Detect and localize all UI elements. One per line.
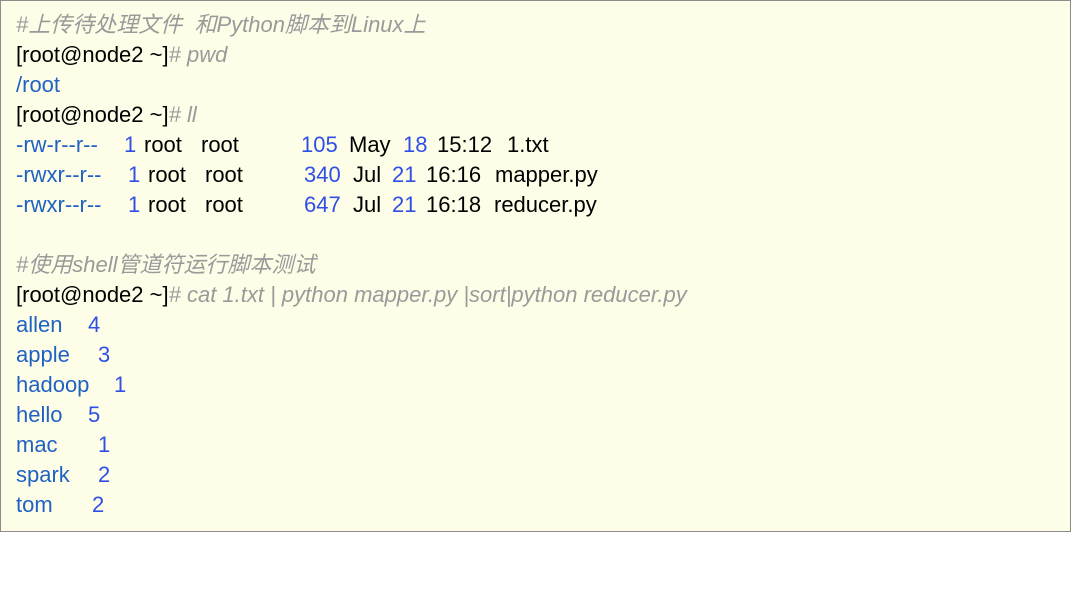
output-word: apple <box>16 342 70 367</box>
output-row: spark 2 <box>16 460 316 490</box>
file-permissions: -rwxr--r-- <box>16 162 102 187</box>
file-listing-row: -rwxr--r-- 1 root root 647 Jul 21 16:18 … <box>16 190 656 220</box>
file-month: May <box>349 132 391 157</box>
output-word: tom <box>16 492 53 517</box>
output-count: 2 <box>98 462 111 487</box>
command-text: # cat 1.txt | python mapper.py |sort|pyt… <box>168 282 687 307</box>
shell-prompt: [root@node2 ~] <box>16 102 169 127</box>
command-text: # pwd <box>168 42 228 67</box>
file-permissions: -rw-r--r-- <box>16 132 98 157</box>
output-count: 2 <box>92 492 105 517</box>
file-day: 21 <box>392 162 417 187</box>
output-row: hadoop 1 <box>16 370 316 400</box>
output-row: hello 5 <box>16 400 316 430</box>
file-size: 340 <box>304 162 341 187</box>
file-listing-row: -rw-r--r-- 1 root root 105 May 18 15:12 … <box>16 130 656 160</box>
output-row: mac 1 <box>16 430 316 460</box>
output-row: tom 2 <box>16 490 316 520</box>
file-name: reducer.py <box>494 192 597 217</box>
output-count: 4 <box>88 312 101 337</box>
file-links: 1 <box>128 192 141 217</box>
command-line-pipe: [root@node2 ~]# cat 1.txt | python mappe… <box>16 280 687 310</box>
file-day: 21 <box>392 192 417 217</box>
file-group: root <box>205 192 243 217</box>
file-group: root <box>205 162 243 187</box>
comment-upload: #上传待处理文件 和Python脚本到Linux上 <box>16 12 426 37</box>
file-links: 1 <box>128 162 141 187</box>
file-time: 16:18 <box>426 192 482 217</box>
file-links: 1 <box>124 132 137 157</box>
output-row: apple 3 <box>16 340 316 370</box>
command-text: # ll <box>168 102 197 127</box>
command-line-pwd: [root@node2 ~]# pwd <box>16 40 227 70</box>
file-name: 1.txt <box>507 132 549 157</box>
file-name: mapper.py <box>495 162 598 187</box>
output-count: 3 <box>98 342 111 367</box>
file-month: Jul <box>353 162 382 187</box>
file-owner: root <box>144 132 182 157</box>
file-size: 647 <box>304 192 341 217</box>
command-line-ll: [root@node2 ~]# ll <box>16 100 197 130</box>
file-listing-row: -rwxr--r-- 1 root root 340 Jul 21 16:16 … <box>16 160 656 190</box>
output-word: hadoop <box>16 372 90 397</box>
shell-prompt: [root@node2 ~] <box>16 282 169 307</box>
output-count: 5 <box>88 402 101 427</box>
output-word: allen <box>16 312 63 337</box>
output-word: spark <box>16 462 70 487</box>
output-row: allen 4 <box>16 310 316 340</box>
output-word: hello <box>16 402 63 427</box>
file-permissions: -rwxr--r-- <box>16 192 102 217</box>
terminal-panel: #上传待处理文件 和Python脚本到Linux上 [root@node2 ~]… <box>0 0 1071 532</box>
file-day: 18 <box>403 132 428 157</box>
file-size: 105 <box>301 132 338 157</box>
file-time: 15:12 <box>437 132 493 157</box>
file-time: 16:16 <box>426 162 482 187</box>
file-month: Jul <box>353 192 382 217</box>
output-word: mac <box>16 432 58 457</box>
file-owner: root <box>148 162 186 187</box>
file-group: root <box>201 132 239 157</box>
pwd-output: /root <box>16 72 61 97</box>
file-owner: root <box>148 192 186 217</box>
output-count: 1 <box>98 432 111 457</box>
comment-pipe-test: #使用shell管道符运行脚本测试 <box>16 252 316 277</box>
shell-prompt: [root@node2 ~] <box>16 42 169 67</box>
output-count: 1 <box>114 372 127 397</box>
